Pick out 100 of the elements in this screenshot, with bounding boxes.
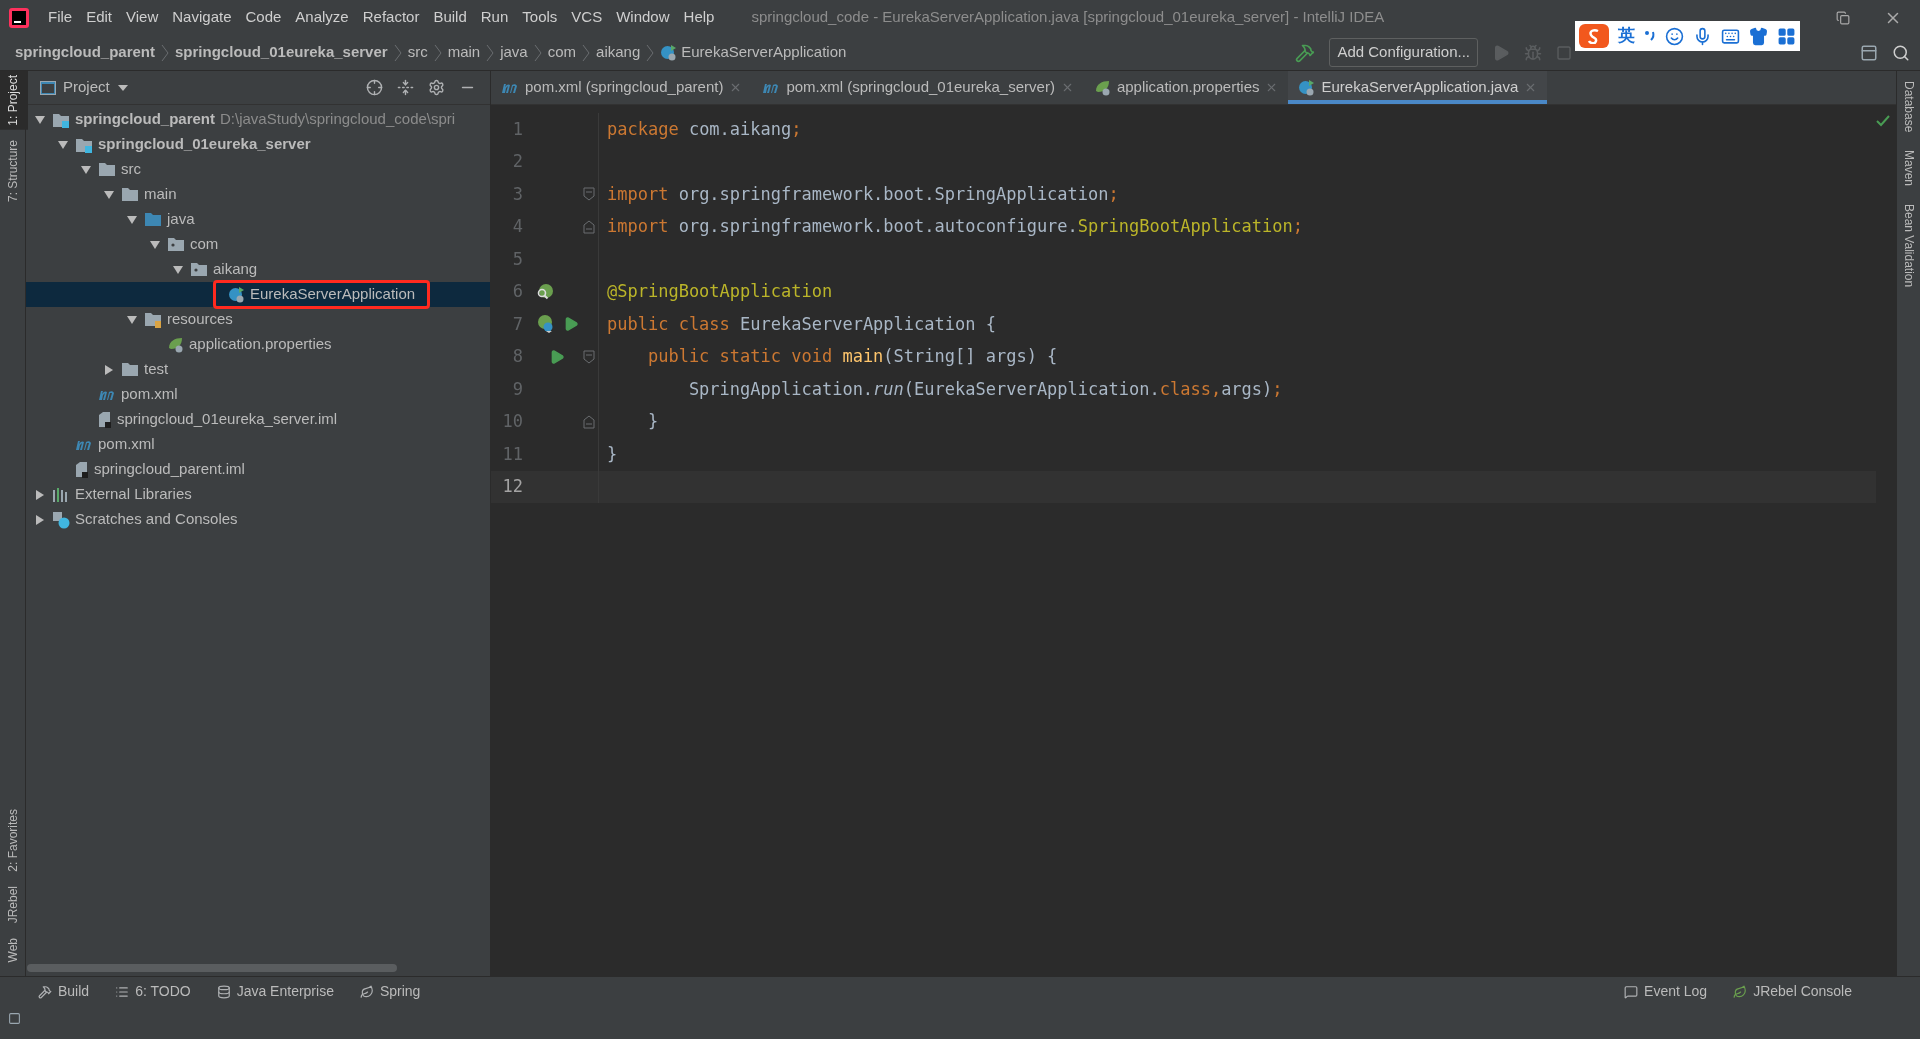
menu-item[interactable]: Analyze xyxy=(288,6,356,29)
menu-item[interactable]: Tools xyxy=(515,6,565,29)
menu-item[interactable]: Window xyxy=(609,6,677,29)
menu-item[interactable]: Build xyxy=(426,6,474,29)
breadcrumb[interactable]: aikang xyxy=(596,41,641,64)
expanded-arrow-icon[interactable] xyxy=(57,138,69,151)
search-icon[interactable] xyxy=(1892,43,1910,62)
fold-marker-icon[interactable] xyxy=(583,219,595,234)
editor-tab[interactable]: pom.xml (springcloud_parent) xyxy=(491,71,753,104)
tree-row[interactable]: springcloud_01eureka_server.iml xyxy=(26,407,490,432)
build-icon[interactable] xyxy=(1295,42,1316,63)
tool-window-tab[interactable]: 7: Structure xyxy=(0,135,28,206)
toolbox-icon[interactable] xyxy=(1777,26,1796,46)
expanded-arrow-icon[interactable] xyxy=(126,313,138,326)
tool-window-tab[interactable]: Maven xyxy=(1899,150,1918,187)
menu-item[interactable]: Run xyxy=(473,6,516,29)
microphone-icon[interactable] xyxy=(1693,26,1712,46)
run-configuration-button[interactable]: Add Configuration... xyxy=(1329,38,1478,67)
breadcrumb[interactable]: com xyxy=(547,41,577,64)
ime-logo-icon[interactable] xyxy=(1579,24,1609,48)
tree-row[interactable]: aikang xyxy=(26,257,490,282)
menu-item[interactable]: Help xyxy=(676,6,722,29)
menu-item[interactable]: Navigate xyxy=(165,6,239,29)
settings-icon[interactable] xyxy=(428,79,445,96)
tool-window-tab[interactable]: 2: Favorites xyxy=(0,805,28,877)
tree-row[interactable]: java xyxy=(26,207,490,232)
panel-toggle-icon[interactable] xyxy=(8,1012,21,1025)
menu-item[interactable]: Edit xyxy=(79,6,120,29)
tool-window-button[interactable]: Spring xyxy=(359,981,421,1002)
tree-row[interactable]: application.properties xyxy=(26,332,490,357)
tool-window-tab[interactable]: Web xyxy=(0,933,28,966)
restore-icon[interactable] xyxy=(1836,10,1850,25)
fold-marker-icon[interactable] xyxy=(583,187,595,202)
collapse-all-icon[interactable] xyxy=(397,79,414,96)
emoji-icon[interactable] xyxy=(1665,26,1684,46)
run-icon[interactable] xyxy=(563,316,579,333)
breadcrumb[interactable]: springcloud_parent xyxy=(15,41,156,64)
tree-row[interactable]: springcloud_parent.iml xyxy=(26,457,490,482)
expanded-arrow-icon[interactable] xyxy=(80,163,92,176)
tree-row[interactable]: test xyxy=(26,357,490,382)
fold-marker-icon[interactable] xyxy=(583,414,595,429)
fold-marker-icon[interactable] xyxy=(583,349,595,364)
folder-icon xyxy=(144,212,162,227)
app-logo-icon[interactable] xyxy=(9,7,29,28)
menu-item[interactable]: VCS xyxy=(564,6,610,29)
tree-row[interactable]: src xyxy=(26,157,490,182)
menu-item[interactable]: View xyxy=(119,6,166,29)
keyboard-icon[interactable] xyxy=(1721,26,1740,46)
editor-tab[interactable]: application.properties xyxy=(1083,71,1289,104)
tree-row[interactable]: springcloud_parent D:\javaStudy\springcloud_code\spri xyxy=(26,107,490,132)
breadcrumb[interactable]: src xyxy=(407,41,428,64)
menu-item[interactable]: Refactor xyxy=(355,6,427,29)
run-icon[interactable] xyxy=(549,348,565,365)
expanded-arrow-icon[interactable] xyxy=(126,213,138,226)
expanded-arrow-icon[interactable] xyxy=(34,113,46,126)
breadcrumb[interactable]: EurekaServerApplication xyxy=(660,41,847,64)
tree-row[interactable]: com xyxy=(26,232,490,257)
collapsed-arrow-icon[interactable] xyxy=(103,363,115,376)
tree-row[interactable]: main xyxy=(26,182,490,207)
tool-window-tab[interactable]: 1: Project xyxy=(0,71,28,130)
input-mode-toggle[interactable]: 英 xyxy=(1618,23,1635,49)
panel-title[interactable]: Project xyxy=(63,76,110,99)
editor-tab[interactable]: EurekaServerApplication.java xyxy=(1288,71,1548,104)
expanded-arrow-icon[interactable] xyxy=(103,188,115,201)
tool-window-button[interactable]: 6: TODO xyxy=(115,981,191,1002)
tool-window-button[interactable]: Build xyxy=(38,981,90,1002)
tree-row[interactable]: Scratches and Consoles xyxy=(26,507,490,532)
scrollbar[interactable] xyxy=(27,964,397,972)
tree-row[interactable]: External Libraries xyxy=(26,482,490,507)
editor-tab[interactable]: pom.xml (springcloud_01eureka_server) xyxy=(752,71,1084,104)
tool-window-button[interactable]: Event Log xyxy=(1624,981,1708,1002)
expanded-arrow-icon[interactable] xyxy=(149,238,161,251)
tool-window-tab[interactable]: Database xyxy=(1899,81,1918,133)
menu-item[interactable]: File xyxy=(41,6,80,29)
skin-icon[interactable] xyxy=(1749,26,1768,46)
collapsed-arrow-icon[interactable] xyxy=(34,488,46,501)
package-folder-icon xyxy=(190,262,208,277)
module-folder-icon xyxy=(75,136,93,153)
tool-window-button[interactable]: Java Enterprise xyxy=(216,981,334,1002)
breadcrumb[interactable]: main xyxy=(447,41,481,64)
menu-item[interactable]: Code xyxy=(238,6,289,29)
folder-icon xyxy=(121,362,139,377)
tree-row[interactable]: pom.xml xyxy=(26,382,490,407)
separator-icon xyxy=(393,43,402,62)
layout-icon[interactable] xyxy=(1860,43,1878,62)
breadcrumb[interactable]: springcloud_01eureka_server xyxy=(175,41,388,64)
separator-icon xyxy=(433,43,442,62)
tree-row[interactable]: pom.xml xyxy=(26,432,490,457)
dropdown-caret-icon[interactable] xyxy=(117,84,128,91)
tree-row[interactable]: springcloud_01eureka_server xyxy=(26,132,490,157)
tool-window-button[interactable]: JRebel Console xyxy=(1733,981,1852,1002)
breadcrumb[interactable]: java xyxy=(500,41,528,64)
tree-row[interactable]: EurekaServerApplication xyxy=(26,282,490,307)
tool-window-tab[interactable]: Bean Validation xyxy=(1899,204,1918,288)
tool-window-tab[interactable]: JRebel xyxy=(0,882,28,928)
tree-row[interactable]: resources xyxy=(26,307,490,332)
collapsed-arrow-icon[interactable] xyxy=(34,513,46,526)
locate-icon[interactable] xyxy=(366,79,383,96)
bean-icon[interactable] xyxy=(535,281,555,302)
expanded-arrow-icon[interactable] xyxy=(172,263,184,276)
